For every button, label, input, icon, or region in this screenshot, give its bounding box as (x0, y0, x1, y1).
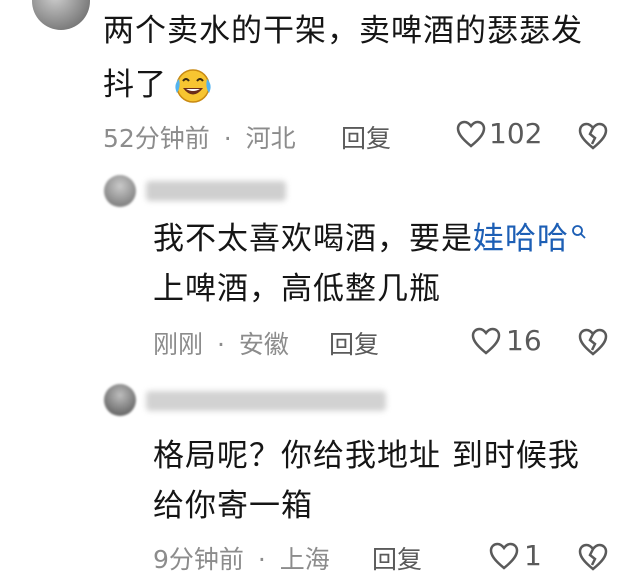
comment-meta: 9分钟前 · 上海 (153, 540, 330, 576)
broken-heart-icon (578, 122, 608, 150)
comment-meta: 刚刚 · 安徽 (153, 325, 289, 361)
dislike-button[interactable] (577, 542, 609, 576)
reply-button[interactable]: 回复 (372, 540, 422, 576)
comment-text: 上啤酒，高低整几瓶 (153, 271, 441, 307)
broken-heart-icon (578, 328, 608, 356)
comment-text: 抖了 (103, 67, 167, 103)
comment-text: 两个卖水的干架，卖啤酒的瑟瑟发 (103, 13, 583, 49)
search-icon (572, 225, 586, 239)
comment-text: 给你寄一箱 (153, 488, 313, 524)
like-button[interactable]: 16 (470, 324, 542, 357)
like-count: 16 (506, 324, 542, 357)
like-button[interactable]: 1 (488, 539, 542, 572)
separator: · (216, 330, 225, 359)
like-count: 1 (524, 539, 542, 572)
location: 河北 (245, 124, 296, 153)
like-count: 102 (489, 117, 543, 150)
comment-text: 格局呢？你给我地址 到时候我 (153, 438, 580, 474)
laughing-tears-emoji-icon (175, 69, 211, 103)
comment-text-line-1: 我不太喜欢喝酒，要是 娃哈哈 (153, 216, 587, 262)
separator: · (223, 124, 232, 153)
heart-outline-icon (489, 542, 519, 570)
reply-button[interactable]: 回复 (329, 325, 379, 361)
username-blurred[interactable] (146, 391, 386, 411)
location: 上海 (279, 545, 330, 574)
timestamp: 52分钟前 (103, 124, 210, 153)
comment-text-line-2: 抖了 (103, 62, 215, 108)
heart-outline-icon (456, 120, 486, 148)
comment-text: 我不太喜欢喝酒，要是 (153, 221, 473, 257)
comment-text-line-1: 格局呢？你给我地址 到时候我 (153, 433, 580, 479)
avatar[interactable] (104, 175, 136, 207)
separator: · (257, 545, 266, 574)
avatar[interactable] (104, 384, 136, 416)
like-button[interactable]: 102 (455, 117, 542, 150)
location: 安徽 (238, 330, 289, 359)
reply-button[interactable]: 回复 (341, 119, 391, 155)
timestamp: 9分钟前 (153, 545, 244, 574)
broken-heart-icon (578, 543, 608, 571)
dislike-button[interactable] (577, 121, 609, 155)
comment-meta: 52分钟前 · 河北 (103, 119, 296, 155)
heart-outline-icon (471, 327, 501, 355)
comment-text-line-1: 两个卖水的干架，卖啤酒的瑟瑟发 (103, 8, 583, 54)
mention-link[interactable]: 娃哈哈 (473, 216, 569, 262)
avatar[interactable] (32, 0, 90, 30)
comment-text-line-2: 给你寄一箱 (153, 483, 313, 529)
timestamp: 刚刚 (153, 330, 204, 359)
comment-text-line-2: 上啤酒，高低整几瓶 (153, 266, 441, 312)
username-blurred[interactable] (146, 181, 286, 201)
dislike-button[interactable] (577, 327, 609, 361)
